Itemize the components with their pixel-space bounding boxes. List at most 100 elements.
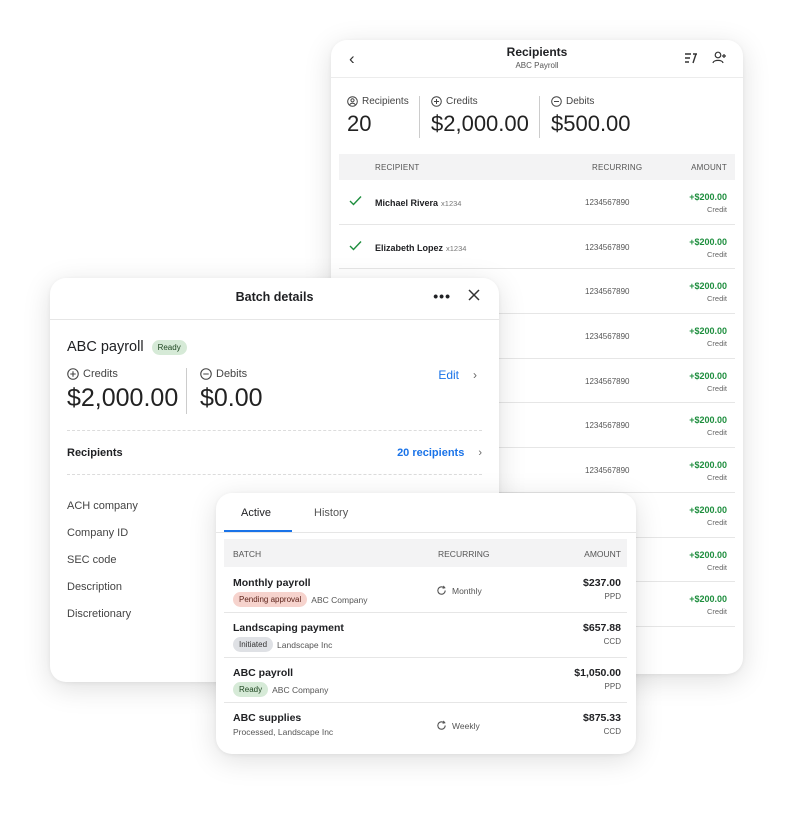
minus-circle-icon [551,96,562,107]
check-icon [349,238,362,256]
table-row[interactable]: ABC supplies Processed, Landscape Inc We… [224,703,627,748]
field-label-description: Description [67,581,123,593]
amount-value: $1,050.00 [574,667,621,679]
recurring-number: 1234567890 [585,198,630,207]
batch-credits-value: $2,000.00 [67,384,179,412]
amount-type: Credit [706,294,727,304]
recipients-subtitle: ABC Payroll [515,61,559,70]
batch-table-header: BATCH RECURRING AMOUNT [224,539,627,567]
batch-credits-label: Credits [83,368,118,380]
column-header-recurring[interactable]: RECURRING [438,549,489,559]
recurring-info: Monthly [436,585,482,596]
table-row[interactable]: Landscaping payment Initiated Landscape I… [224,613,627,658]
sec-code: PPD [604,682,621,691]
amount-value: $237.00 [583,577,621,589]
amount-value: +$200.00 [689,549,727,560]
company-name: ABC Company [272,684,329,695]
amount-type: Credit [706,339,727,349]
amount-type: Credit [706,383,727,393]
recipients-count-summary: Recipients 20 [347,96,409,142]
recipients-header: ‹ Recipients ABC Payroll [331,40,743,78]
amount-value: +$200.00 [689,415,727,426]
recurring-label: Monthly [452,585,482,596]
column-header-amount[interactable]: AMOUNT [584,549,621,559]
recipient-name: Elizabeth Lopez x1234 [375,242,467,253]
close-icon[interactable] [467,288,481,302]
batch-debits-label: Debits [216,368,248,380]
batch-meta: Pending approval ABC Company [233,592,368,607]
amount-type: Credit [706,517,727,527]
recipients-count-label: Recipients [362,96,409,107]
more-options-icon[interactable]: ••• [433,288,451,304]
sec-code: PPD [604,592,621,601]
field-label-discretionary: Discretionary [67,608,132,620]
amount-type: Credit [706,607,727,617]
edit-label: Edit [438,368,459,382]
batch-name: Landscaping payment [233,622,344,634]
add-person-icon[interactable] [712,51,727,64]
batch-details-title: Batch details [235,290,314,304]
field-label-ach-company: ACH company [67,500,138,512]
recurring-number: 1234567890 [585,332,630,342]
credits-summary: Credits $2,000.00 [431,96,529,142]
table-row[interactable]: ABC payroll Ready ABC Company $1,050.00 PP… [224,658,627,703]
batch-name: ABC payroll [233,667,294,679]
debits-value: $500.00 [551,111,631,136]
batch-meta: Processed, Landscape Inc [233,727,333,737]
batch-debits-summary: Debits $0.00 [200,368,263,414]
edit-link[interactable]: Edit › [438,368,477,382]
status-badge: Ready [233,682,269,697]
batch-name: ABC payroll [67,339,144,355]
amount-value: +$200.00 [689,326,727,337]
column-header-recurring[interactable]: RECURRING [592,163,642,172]
recipient-name: Michael Rivera x1234 [375,198,462,208]
batch-name: Monthly payroll [233,577,311,589]
batch-table-body: Monthly payroll Pending approval ABC Comp… [224,568,627,748]
field-label-sec-code: SEC code [67,554,117,566]
recurring-info: Weekly [436,720,480,731]
amount-value: +$200.00 [689,504,727,515]
debits-label: Debits [566,96,595,107]
amount-type: Credit [706,473,727,483]
tab-history[interactable]: History [314,507,348,519]
amount-value: $657.88 [583,622,621,634]
company-name: Landscape Inc [277,639,333,650]
amount-type: Credit [706,249,727,259]
amount-value: $875.33 [583,712,621,724]
table-row[interactable]: Elizabeth Lopez x1234 1234567890 +$200.00… [339,225,735,270]
batch-list-panel: Active History BATCH RECURRING AMOUNT Mo… [216,493,636,754]
active-tab-indicator [224,530,292,532]
column-header-recipient[interactable]: RECIPIENT [375,163,419,172]
summary-divider [419,96,420,138]
amount-value: +$200.00 [689,192,727,202]
recipients-link-label: 20 recipients [397,447,465,459]
batch-name: ABC supplies [233,712,302,724]
recipients-table-header: RECIPIENT RECURRING AMOUNT [339,154,735,180]
chevron-right-icon: › [478,447,482,459]
recurring-number: 1234567890 [585,376,630,386]
account-suffix: x1234 [441,199,462,208]
batch-meta: Initiated Landscape Inc [233,637,332,652]
column-header-amount[interactable]: AMOUNT [691,163,727,172]
column-header-batch[interactable]: BATCH [233,549,261,559]
filter-list-icon[interactable] [684,51,698,64]
minus-circle-icon [200,368,212,380]
batch-details-header: Batch details ••• [50,278,499,320]
amount-value: +$200.00 [689,594,727,605]
tab-active[interactable]: Active [241,507,271,519]
account-suffix: x1234 [446,243,467,253]
recurring-label: Weekly [452,720,480,731]
credits-label: Credits [446,96,478,107]
status-badge: Initiated [233,637,274,652]
recipients-link[interactable]: 20 recipients › [397,447,482,459]
amount-type: Credit [706,428,727,438]
table-row[interactable]: Michael Rivera x1234 1234567890 +$200.00 C… [339,180,735,225]
recurring-number: 1234567890 [585,287,630,297]
recurring-number: 1234567890 [585,242,630,252]
table-row[interactable]: Monthly payroll Pending approval ABC Comp… [224,568,627,613]
recipients-title: Recipients [506,45,568,59]
credits-value: $2,000.00 [431,111,529,136]
status-badge: Pending approval [233,592,308,607]
company-name: ABC Company [311,594,368,605]
recurring-number: 1234567890 [585,421,630,431]
